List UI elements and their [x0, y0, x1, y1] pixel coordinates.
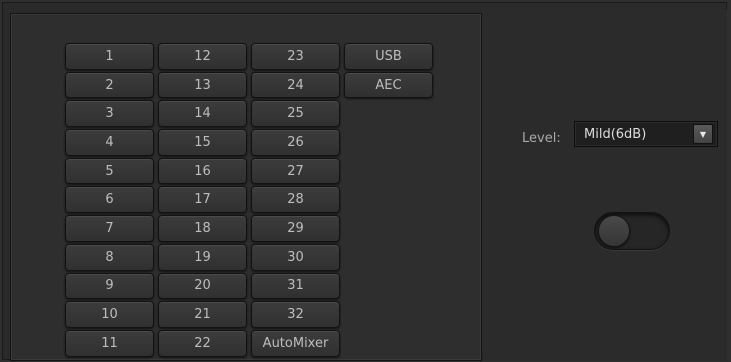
aec-button[interactable]: AEC [344, 71, 433, 99]
channel-button[interactable]: 18 [158, 215, 247, 242]
channel-button[interactable]: 1 [65, 43, 154, 70]
channel-button[interactable]: 16 [158, 157, 247, 185]
window-frame: 1 12 23 USB 2 13 24 AEC 3 14 25 4 15 26 … [2, 2, 727, 361]
channel-button[interactable]: 12 [158, 43, 247, 70]
channel-select-panel: 1 12 23 USB 2 13 24 AEC 3 14 25 4 15 26 … [10, 13, 482, 361]
channel-button[interactable]: 2 [65, 71, 154, 99]
channel-button[interactable]: 24 [251, 71, 340, 99]
channel-grid: 1 12 23 USB 2 13 24 AEC 3 14 25 4 15 26 … [63, 42, 435, 358]
usb-button[interactable]: USB [344, 43, 433, 70]
channel-button[interactable]: 28 [251, 186, 340, 214]
level-label: Level: [522, 131, 561, 146]
level-dropdown-value: Mild(6dB) [584, 126, 647, 142]
channel-button[interactable]: 4 [65, 129, 154, 156]
channel-button[interactable]: 13 [158, 71, 247, 99]
channel-button[interactable]: 29 [251, 215, 340, 242]
channel-button[interactable]: 7 [65, 215, 154, 242]
channel-button[interactable]: 11 [65, 329, 154, 357]
channel-button[interactable]: 9 [65, 272, 154, 300]
channel-button[interactable]: 10 [65, 301, 154, 328]
channel-button[interactable]: 23 [251, 43, 340, 70]
toggle-knob[interactable] [598, 215, 630, 247]
settings-panel [483, 9, 727, 361]
automixer-button[interactable]: AutoMixer [251, 329, 340, 357]
channel-button[interactable]: 32 [251, 301, 340, 328]
enable-toggle[interactable] [594, 212, 670, 250]
channel-button[interactable]: 5 [65, 157, 154, 185]
channel-button[interactable]: 22 [158, 329, 247, 357]
channel-button[interactable]: 30 [251, 243, 340, 271]
channel-button[interactable]: 20 [158, 272, 247, 300]
level-dropdown[interactable]: Mild(6dB) ▼ [574, 121, 718, 147]
channel-button[interactable]: 26 [251, 129, 340, 156]
channel-button[interactable]: 27 [251, 157, 340, 185]
channel-button[interactable]: 21 [158, 301, 247, 328]
channel-button[interactable]: 31 [251, 272, 340, 300]
channel-button[interactable]: 8 [65, 243, 154, 271]
chevron-down-icon[interactable]: ▼ [693, 124, 713, 144]
channel-button[interactable]: 6 [65, 186, 154, 214]
channel-button[interactable]: 3 [65, 100, 154, 128]
channel-button[interactable]: 25 [251, 100, 340, 128]
channel-button[interactable]: 19 [158, 243, 247, 271]
channel-button[interactable]: 14 [158, 100, 247, 128]
channel-button[interactable]: 15 [158, 129, 247, 156]
channel-button[interactable]: 17 [158, 186, 247, 214]
